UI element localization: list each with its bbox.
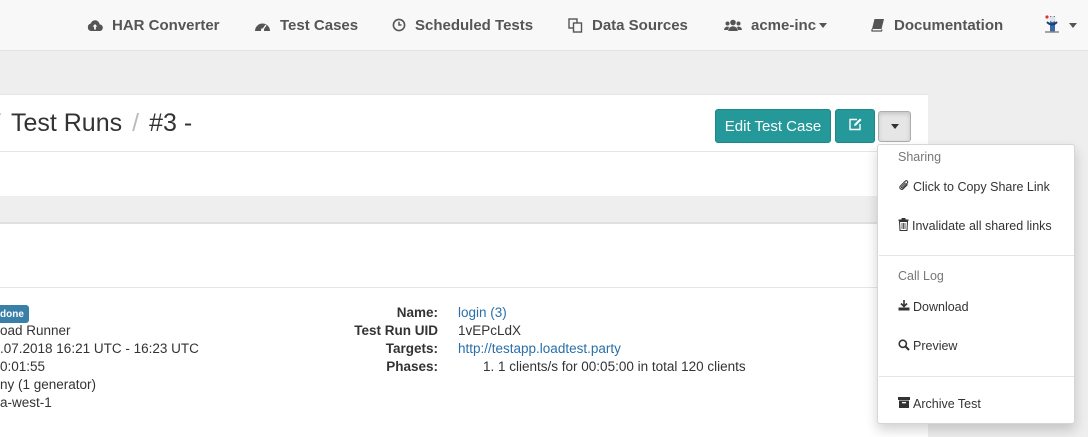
more-actions-dropdown-toggle[interactable]	[878, 111, 911, 142]
nav-har-converter[interactable]: HAR Converter	[87, 0, 220, 50]
name-label: Name:	[396, 305, 438, 320]
book-icon	[871, 18, 885, 32]
invalidate-links-label: Invalidate all shared links	[912, 219, 1052, 233]
paperclip-icon	[898, 179, 910, 195]
nav-scheduled-tests-label: Scheduled Tests	[415, 16, 534, 34]
download-item[interactable]: Download	[898, 297, 969, 317]
details-panel: done oad Runner .07.2018 16:21 UTC - 16:…	[0, 222, 928, 437]
phase-item: 1. 1 clients/s for 00:05:00 in total 120…	[483, 359, 746, 374]
uid-value: 1vEPcLdX	[458, 323, 522, 338]
edit-icon-button[interactable]	[835, 109, 875, 143]
nav-test-cases[interactable]: Test Cases	[254, 0, 358, 50]
sharing-header: Sharing	[898, 150, 942, 164]
run-number: #3 -	[149, 109, 193, 137]
nav-documentation-label: Documentation	[894, 16, 1004, 34]
avatar	[1042, 14, 1062, 36]
caret-down-icon	[819, 22, 828, 28]
search-icon	[898, 338, 910, 354]
edit-test-case-button[interactable]: Edit Test Case	[715, 109, 831, 143]
divider	[0, 287, 928, 288]
region-text: a-west-1	[0, 395, 52, 410]
divider	[0, 151, 928, 152]
caret-down-icon	[890, 124, 899, 129]
dashboard-icon	[254, 19, 271, 32]
nav-data-sources-label: Data Sources	[592, 16, 688, 34]
targets-label: Targets:	[385, 341, 438, 356]
page-title: /Test Runs/#3 -	[0, 109, 193, 137]
divider	[879, 376, 1074, 377]
nav-documentation[interactable]: Documentation	[871, 0, 1003, 50]
header-panel: /Test Runs/#3 - Edit Test Case	[0, 94, 928, 196]
runner-text: oad Runner	[0, 323, 71, 338]
clock-icon	[392, 18, 406, 32]
users-icon	[724, 19, 742, 32]
copy-icon	[568, 17, 583, 33]
top-navbar: HAR Converter Test Cases Scheduled Tests…	[0, 0, 1088, 51]
copy-share-link-item[interactable]: Click to Copy Share Link	[898, 177, 1050, 197]
phases-label: Phases:	[386, 359, 438, 374]
nav-org-label: acme-inc	[751, 16, 817, 34]
trash-icon	[898, 218, 909, 234]
preview-label: Preview	[913, 339, 958, 353]
archive-icon	[898, 397, 910, 411]
nav-scheduled-tests[interactable]: Scheduled Tests	[392, 0, 533, 50]
nav-har-converter-label: HAR Converter	[112, 16, 220, 34]
uid-label: Test Run UID	[354, 323, 438, 338]
archive-test-label: Archive Test	[913, 397, 981, 411]
nav-org-dropdown[interactable]: acme-inc	[724, 0, 828, 50]
divider	[879, 255, 1074, 256]
status-badge: done	[0, 305, 29, 323]
nav-test-cases-label: Test Cases	[280, 16, 359, 34]
pencil-square-icon	[848, 118, 862, 135]
call-log-header: Call Log	[898, 269, 944, 283]
breadcrumb-test-runs[interactable]: Test Runs	[11, 109, 122, 137]
nav-data-sources[interactable]: Data Sources	[568, 0, 688, 50]
archive-test-item[interactable]: Archive Test	[898, 394, 981, 414]
duration-text: 0:01:55	[0, 359, 46, 374]
user-menu[interactable]	[1042, 0, 1077, 50]
generators-text: ny (1 generator)	[0, 377, 97, 392]
target-link[interactable]: http://testapp.loadtest.party	[458, 341, 621, 356]
name-value: login (3)	[458, 305, 507, 320]
download-label: Download	[913, 300, 969, 314]
test-case-link[interactable]: login	[458, 305, 487, 320]
time-range-text: .07.2018 16:21 UTC - 16:23 UTC	[0, 341, 199, 356]
cloud-upload-icon	[87, 19, 103, 32]
more-actions-menu: Sharing Click to Copy Share Link Invalid…	[877, 144, 1075, 424]
download-icon	[898, 300, 910, 314]
caret-down-icon	[1069, 22, 1077, 28]
test-case-count[interactable]: (3)	[490, 305, 507, 320]
copy-share-link-label: Click to Copy Share Link	[913, 180, 1050, 194]
invalidate-links-item[interactable]: Invalidate all shared links	[898, 216, 1052, 236]
preview-item[interactable]: Preview	[898, 336, 957, 356]
